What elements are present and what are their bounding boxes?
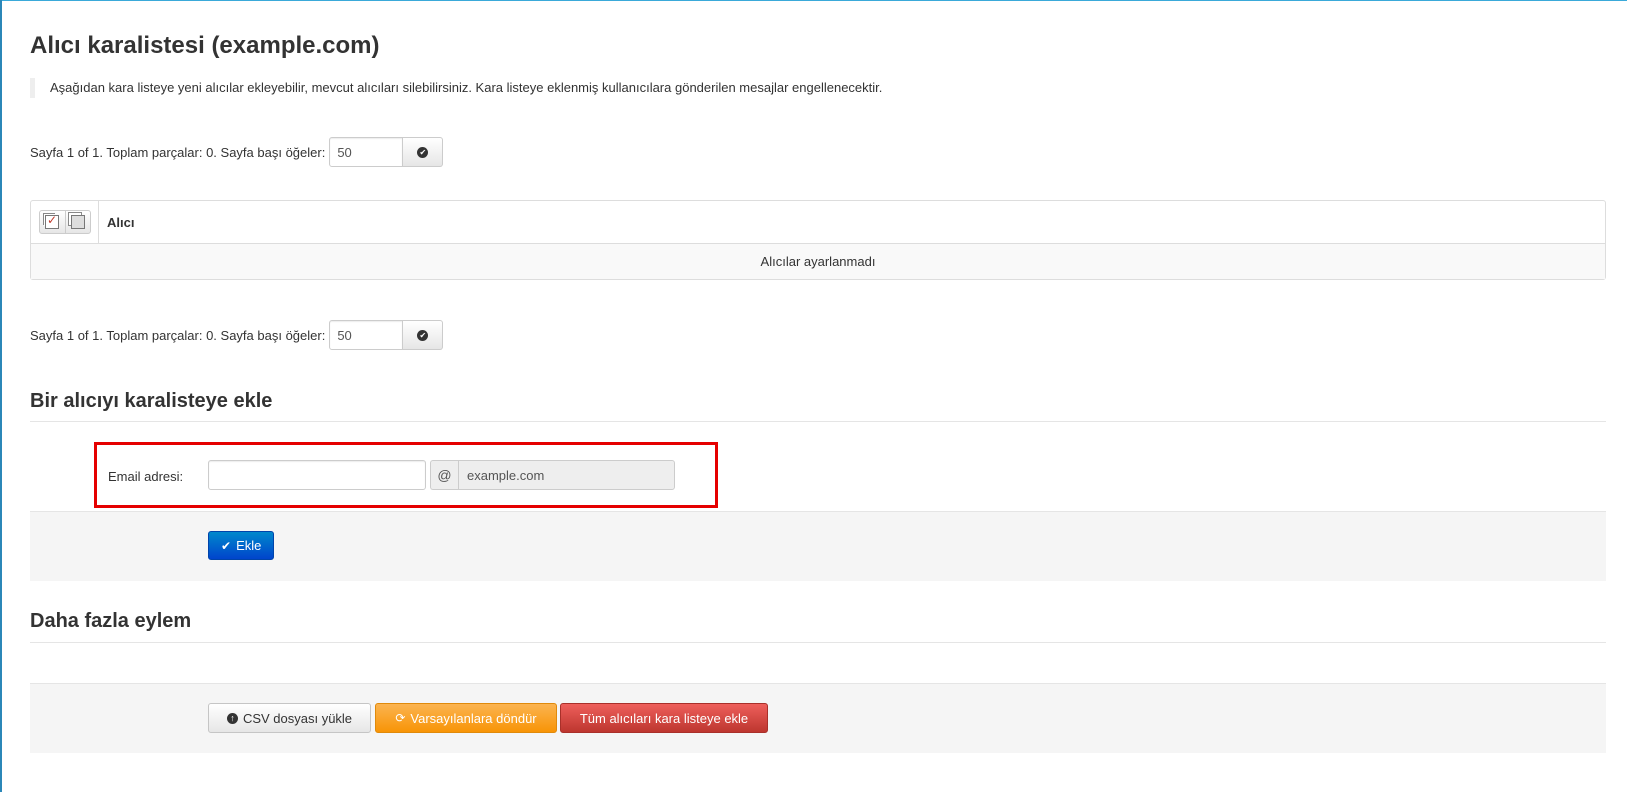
invert-selection-button[interactable] xyxy=(64,211,90,233)
empty-row: Alıcılar ayarlanmadı xyxy=(31,244,1605,279)
upload-circle-icon: ↑ xyxy=(226,712,238,724)
email-label: Email adresi: xyxy=(108,469,184,484)
table-header: Alıcı xyxy=(31,201,1605,244)
per-page-input[interactable] xyxy=(329,320,404,350)
page-title: Alıcı karalistesi (example.com) xyxy=(30,32,380,59)
email-input[interactable] xyxy=(208,460,426,490)
column-header-recipient[interactable]: Alıcı xyxy=(99,201,134,243)
csv-upload-button[interactable]: ↑ CSV dosyası yükle xyxy=(208,703,371,733)
info-notice: Aşağıdan kara listeye yeni alıcılar ekle… xyxy=(30,78,882,98)
pager-text: Sayfa 1 of 1. Toplam parçalar: 0. Sayfa … xyxy=(30,144,326,160)
pager-top: Sayfa 1 of 1. Toplam parçalar: 0. Sayfa … xyxy=(30,137,444,167)
invert-selection-icon xyxy=(70,215,85,229)
csv-upload-label: CSV dosyası yükle xyxy=(242,710,353,726)
check-icon: ✔ xyxy=(221,538,232,553)
pager-bottom: Sayfa 1 of 1. Toplam parçalar: 0. Sayfa … xyxy=(30,320,444,350)
selection-button-group xyxy=(38,210,91,234)
add-button[interactable]: ✔ Ekle xyxy=(208,531,275,560)
per-page-apply-button[interactable]: ✔ xyxy=(403,137,444,167)
selection-cell xyxy=(31,201,99,243)
reset-defaults-button[interactable]: ⟳ Varsayılanlara döndür xyxy=(375,703,557,733)
check-circle-icon: ✔ xyxy=(417,329,429,341)
reset-defaults-label: Varsayılanlara döndür xyxy=(410,710,537,726)
at-sign-addon: @ xyxy=(430,460,458,490)
window-left-border xyxy=(0,0,2,792)
domain-field: example.com xyxy=(458,460,675,490)
select-all-icon xyxy=(45,213,59,229)
per-page-input[interactable] xyxy=(329,137,404,167)
section-divider xyxy=(30,421,1606,422)
select-all-button[interactable] xyxy=(40,211,65,233)
per-page-apply-button[interactable]: ✔ xyxy=(403,320,444,350)
add-button-label: Ekle xyxy=(236,538,262,553)
window-top-border xyxy=(0,0,1627,1)
blacklist-all-label: Tüm alıcıları kara listeye ekle xyxy=(579,710,749,726)
check-circle-icon: ✔ xyxy=(417,146,429,158)
blacklist-all-button[interactable]: Tüm alıcıları kara listeye ekle xyxy=(560,703,768,733)
pager-text: Sayfa 1 of 1. Toplam parçalar: 0. Sayfa … xyxy=(30,327,326,343)
refresh-icon: ⟳ xyxy=(395,711,406,725)
more-section-title: Daha fazla eylem xyxy=(30,610,192,632)
section-divider xyxy=(30,642,1606,643)
recipients-table: Alıcı Alıcılar ayarlanmadı xyxy=(30,200,1606,280)
add-section-title: Bir alıcıyı karalisteye ekle xyxy=(30,390,273,412)
